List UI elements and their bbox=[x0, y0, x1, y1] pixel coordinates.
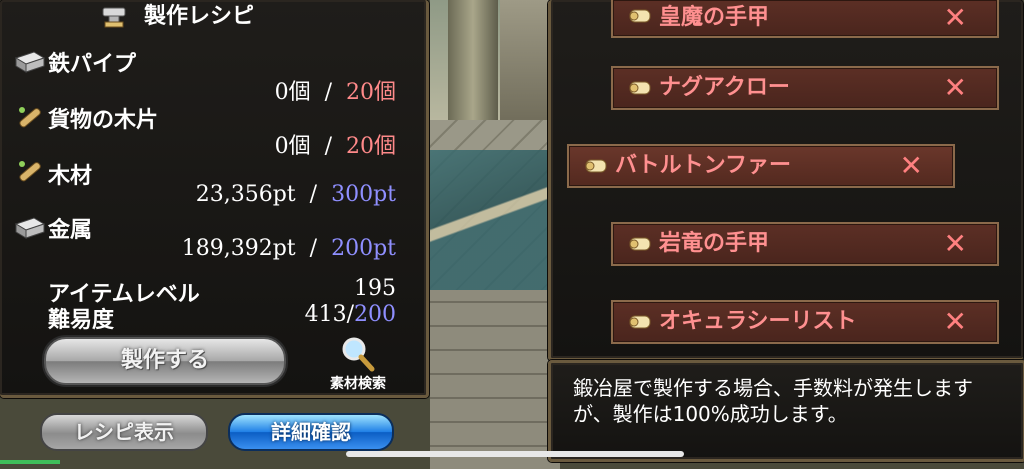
panel-title: 製作レシピ bbox=[100, 0, 330, 34]
material-search-label: 素材検索 bbox=[330, 376, 386, 392]
remove-icon[interactable]: ✕ bbox=[944, 0, 967, 36]
remove-icon[interactable]: ✕ bbox=[944, 224, 967, 264]
metal-ingot-icon bbox=[14, 217, 46, 239]
recipe-name: 岩竜の手甲 bbox=[659, 231, 770, 256]
metal-ingot-icon bbox=[14, 51, 46, 73]
magnifier-icon bbox=[342, 337, 375, 372]
wood-stick-icon bbox=[19, 107, 41, 128]
recipe-name: ナグアクロー bbox=[659, 75, 790, 100]
scroll-icon bbox=[629, 9, 651, 23]
material-search-button[interactable]: 素材検索 bbox=[318, 333, 398, 393]
remove-icon[interactable]: ✕ bbox=[944, 68, 967, 108]
home-indicator[interactable] bbox=[346, 451, 684, 457]
progress-indicator bbox=[0, 460, 60, 464]
detail-confirm-button[interactable]: 詳細確認 bbox=[228, 413, 394, 451]
scroll-icon bbox=[629, 81, 651, 95]
recipe-name: オキュラシーリスト bbox=[659, 309, 857, 334]
recipe-name: 皇魔の手甲 bbox=[659, 5, 770, 30]
material-quantity: 23,356pt/300pt bbox=[195, 182, 396, 207]
material-name: 鉄パイプ bbox=[48, 52, 137, 77]
scroll-icon bbox=[629, 237, 651, 251]
recipe-item[interactable]: 皇魔の手甲 ✕ bbox=[611, 0, 999, 38]
remove-icon[interactable]: ✕ bbox=[944, 302, 967, 342]
message-text: 鍛冶屋で製作する場合、手数料が発生しますが、製作は100%成功します。 bbox=[573, 376, 973, 426]
recipe-display-button[interactable]: レシピ表示 bbox=[40, 413, 208, 451]
material-name: 金属 bbox=[48, 218, 93, 243]
message-box: 鍛冶屋で製作する場合、手数料が発生しますが、製作は100%成功します。 bbox=[548, 360, 1024, 462]
scroll-icon bbox=[585, 159, 607, 173]
material-quantity: 189,392pt/200pt bbox=[181, 236, 396, 261]
difficulty-value: 413/200 bbox=[304, 302, 396, 327]
recipe-item[interactable]: オキュラシーリスト ✕ bbox=[611, 300, 999, 344]
remove-icon[interactable]: ✕ bbox=[900, 146, 923, 186]
recipe-item-selected[interactable]: バトルトンファー ✕ bbox=[567, 144, 955, 188]
anvil-icon bbox=[102, 7, 126, 28]
wood-stick-icon bbox=[19, 161, 41, 182]
crafting-recipe-panel: 製作レシピ 鉄パイプ 0個/20個 貨物の木片 0個/20個 木材 23,356… bbox=[0, 0, 429, 398]
material-name: 木材 bbox=[48, 164, 93, 189]
recipe-list-panel: 皇魔の手甲 ✕ ナグアクロー ✕ バトルトンファー ✕ 岩竜の手甲 ✕ オキュラ… bbox=[548, 0, 1023, 361]
material-quantity: 0個/20個 bbox=[274, 134, 396, 159]
difficulty-label: 難易度 bbox=[48, 308, 115, 333]
scroll-icon bbox=[629, 315, 651, 329]
item-level-value: 195 bbox=[354, 276, 396, 301]
material-name: 貨物の木片 bbox=[48, 108, 159, 133]
recipe-item[interactable]: ナグアクロー ✕ bbox=[611, 66, 999, 110]
material-quantity: 0個/20個 bbox=[274, 80, 396, 105]
craft-button[interactable]: 製作する bbox=[44, 337, 286, 385]
recipe-item[interactable]: 岩竜の手甲 ✕ bbox=[611, 222, 999, 266]
recipe-name: バトルトンファー bbox=[615, 153, 792, 178]
